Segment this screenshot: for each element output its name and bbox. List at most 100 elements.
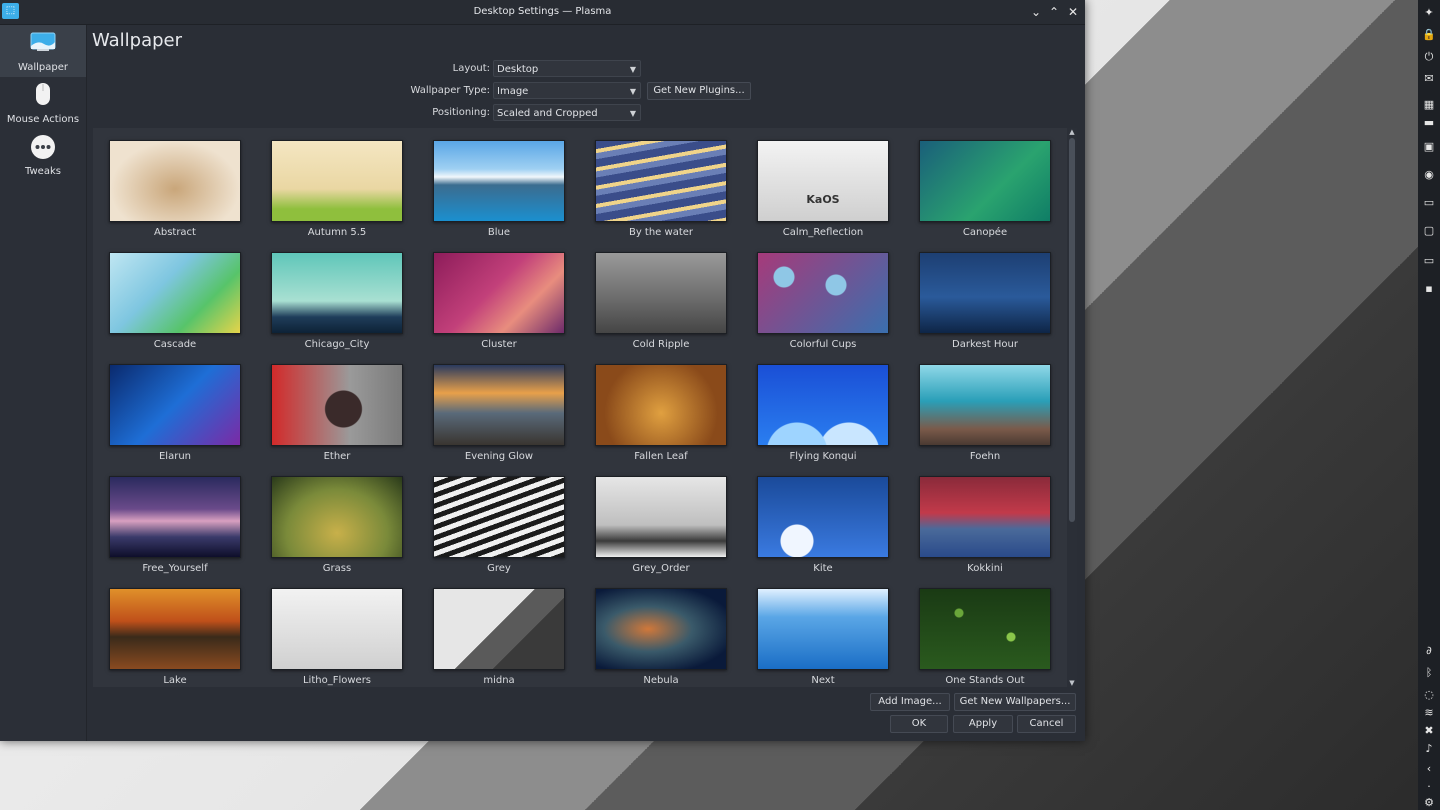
maximize-button[interactable]: ⌃	[1046, 4, 1062, 20]
gear-icon[interactable]: ⚙	[1421, 796, 1437, 810]
wallpaper-thumbnail[interactable]	[595, 588, 727, 670]
wallpaper-thumbnail[interactable]	[757, 476, 889, 558]
files-icon[interactable]: ▢	[1421, 224, 1437, 238]
wallpaper-thumbnail[interactable]	[595, 252, 727, 334]
sidebar-item-tweaks[interactable]: Tweaks	[0, 129, 86, 181]
wallpaper-thumbnail[interactable]	[109, 588, 241, 670]
wallpaper-tile[interactable]: Abstract	[109, 140, 241, 240]
wallpaper-tile[interactable]: midna	[433, 588, 565, 687]
wallpaper-tile[interactable]: Darkest Hour	[919, 252, 1051, 352]
wallpaper-tile[interactable]: Ether	[271, 364, 403, 464]
wallpaper-thumbnail[interactable]	[109, 476, 241, 558]
ok-button[interactable]: OK	[890, 715, 948, 733]
wallpaper-tile[interactable]: Grey_Order	[595, 476, 727, 576]
wallpaper-thumbnail[interactable]	[433, 140, 565, 222]
monitor-icon[interactable]: ▭	[1421, 254, 1437, 268]
wallpaper-tile[interactable]: Litho_Flowers	[271, 588, 403, 687]
wallpaper-thumbnail[interactable]	[271, 140, 403, 222]
wallpaper-thumbnail[interactable]	[271, 364, 403, 446]
wallpaper-tile[interactable]: Nebula	[595, 588, 727, 687]
wallpaper-thumbnail[interactable]	[433, 252, 565, 334]
wallpaper-thumbnail[interactable]	[271, 588, 403, 670]
get-new-wallpapers-button[interactable]: Get New Wallpapers...	[954, 693, 1076, 711]
volume-icon[interactable]: ♪	[1421, 742, 1437, 756]
get-new-plugins-button[interactable]: Get New Plugins...	[647, 82, 751, 100]
wallpaper-tile[interactable]: By the water	[595, 140, 727, 240]
wallpaper-tile[interactable]: One Stands Out	[919, 588, 1051, 687]
wallpaper-tile[interactable]: Blue	[433, 140, 565, 240]
positioning-combo[interactable]: Scaled and Cropped ▼	[493, 104, 641, 121]
scrollbar-thumb[interactable]	[1069, 138, 1075, 522]
wallpaper-thumbnail[interactable]	[919, 476, 1051, 558]
wallpaper-thumbnail[interactable]	[595, 140, 727, 222]
wallpaper-tile[interactable]: Lake	[109, 588, 241, 687]
wallpaper-tile[interactable]: Chicago_City	[271, 252, 403, 352]
title-bar[interactable]: ⬚ Desktop Settings — Plasma ⌄ ⌃ ✕	[0, 0, 1085, 25]
wallpaper-thumbnail[interactable]	[271, 252, 403, 334]
wallpaper-thumbnail[interactable]	[109, 252, 241, 334]
wallpaper-tile[interactable]: Cold Ripple	[595, 252, 727, 352]
clock-icon[interactable]: ·	[1421, 780, 1437, 794]
wallpaper-tile[interactable]: Next	[757, 588, 889, 687]
clipboard-icon[interactable]: ∂	[1421, 644, 1437, 658]
folder-icon[interactable]: ▣	[1421, 140, 1437, 154]
wallpaper-thumbnail[interactable]	[595, 476, 727, 558]
wallpaper-tile[interactable]: Cascade	[109, 252, 241, 352]
wallpaper-tile[interactable]: Fallen Leaf	[595, 364, 727, 464]
wallpaper-tile[interactable]: Kokkini	[919, 476, 1051, 576]
wallpaper-tile[interactable]: Free_Yourself	[109, 476, 241, 576]
wallpaper-thumbnail[interactable]: KaOS	[757, 140, 889, 222]
wallpaper-thumbnail[interactable]	[271, 476, 403, 558]
grid-scrollbar[interactable]: ▲ ▼	[1067, 128, 1077, 687]
wallpaper-grid[interactable]: Abstract Autumn 5.5 Blue By the water KaOS Ca…	[93, 128, 1067, 687]
apply-button[interactable]: Apply	[953, 715, 1013, 733]
notifications-icon[interactable]: ✖	[1421, 724, 1437, 738]
sidebar-item-mouse-actions[interactable]: Mouse Actions	[0, 77, 86, 129]
wallpaper-thumbnail[interactable]	[919, 252, 1051, 334]
wallpaper-thumbnail[interactable]	[109, 140, 241, 222]
close-button[interactable]: ✕	[1065, 4, 1081, 20]
wallpaper-thumbnail[interactable]	[757, 364, 889, 446]
power-icon[interactable]: ⏻	[1421, 50, 1437, 64]
ghost-icon[interactable]: ◌	[1421, 688, 1437, 702]
wallpaper-thumbnail[interactable]	[433, 364, 565, 446]
wallpaper-thumbnail[interactable]	[757, 588, 889, 670]
wallpaper-tile[interactable]: Autumn 5.5	[271, 140, 403, 240]
cancel-button[interactable]: Cancel	[1017, 715, 1076, 733]
bluetooth-icon[interactable]: ᛒ	[1421, 666, 1437, 680]
wallpaper-type-combo[interactable]: Image ▼	[493, 82, 641, 99]
kaos-icon[interactable]: ✦	[1421, 6, 1437, 20]
layout-combo[interactable]: Desktop ▼	[493, 60, 641, 77]
notes-icon[interactable]: ✉	[1421, 72, 1437, 86]
wallpaper-tile[interactable]: Grey	[433, 476, 565, 576]
terminal-icon[interactable]: ▭	[1421, 196, 1437, 210]
browser-icon[interactable]: ◉	[1421, 168, 1437, 182]
wallpaper-tile[interactable]: Cluster	[433, 252, 565, 352]
wallpaper-tile[interactable]: Foehn	[919, 364, 1051, 464]
wallpaper-tile[interactable]: Elarun	[109, 364, 241, 464]
wallpaper-thumbnail[interactable]	[919, 364, 1051, 446]
expand-icon[interactable]: ‹	[1421, 762, 1437, 776]
apps-icon[interactable]: ▦	[1421, 98, 1437, 112]
wallpaper-tile[interactable]: Colorful Cups	[757, 252, 889, 352]
scroll-up-arrow[interactable]: ▲	[1067, 128, 1077, 136]
settings-app-icon[interactable]: ▪	[1421, 282, 1437, 296]
minimize-button[interactable]: ⌄	[1028, 4, 1044, 20]
wallpaper-tile[interactable]: KaOS Calm_Reflection	[757, 140, 889, 240]
pager-icon[interactable]: ▬	[1421, 116, 1437, 130]
wallpaper-thumbnail[interactable]	[109, 364, 241, 446]
wallpaper-thumbnail[interactable]	[595, 364, 727, 446]
wallpaper-thumbnail[interactable]	[919, 140, 1051, 222]
wallpaper-tile[interactable]: Grass	[271, 476, 403, 576]
wallpaper-thumbnail[interactable]	[433, 476, 565, 558]
sidebar-item-wallpaper[interactable]: Wallpaper	[0, 25, 86, 77]
wallpaper-thumbnail[interactable]	[433, 588, 565, 670]
wifi-icon[interactable]: ≋	[1421, 706, 1437, 720]
wallpaper-tile[interactable]: Evening Glow	[433, 364, 565, 464]
lock-icon[interactable]: 🔒	[1421, 28, 1437, 42]
scroll-down-arrow[interactable]: ▼	[1067, 679, 1077, 687]
wallpaper-thumbnail[interactable]	[919, 588, 1051, 670]
wallpaper-thumbnail[interactable]	[757, 252, 889, 334]
wallpaper-tile[interactable]: Canopée	[919, 140, 1051, 240]
add-image-button[interactable]: Add Image...	[870, 693, 950, 711]
